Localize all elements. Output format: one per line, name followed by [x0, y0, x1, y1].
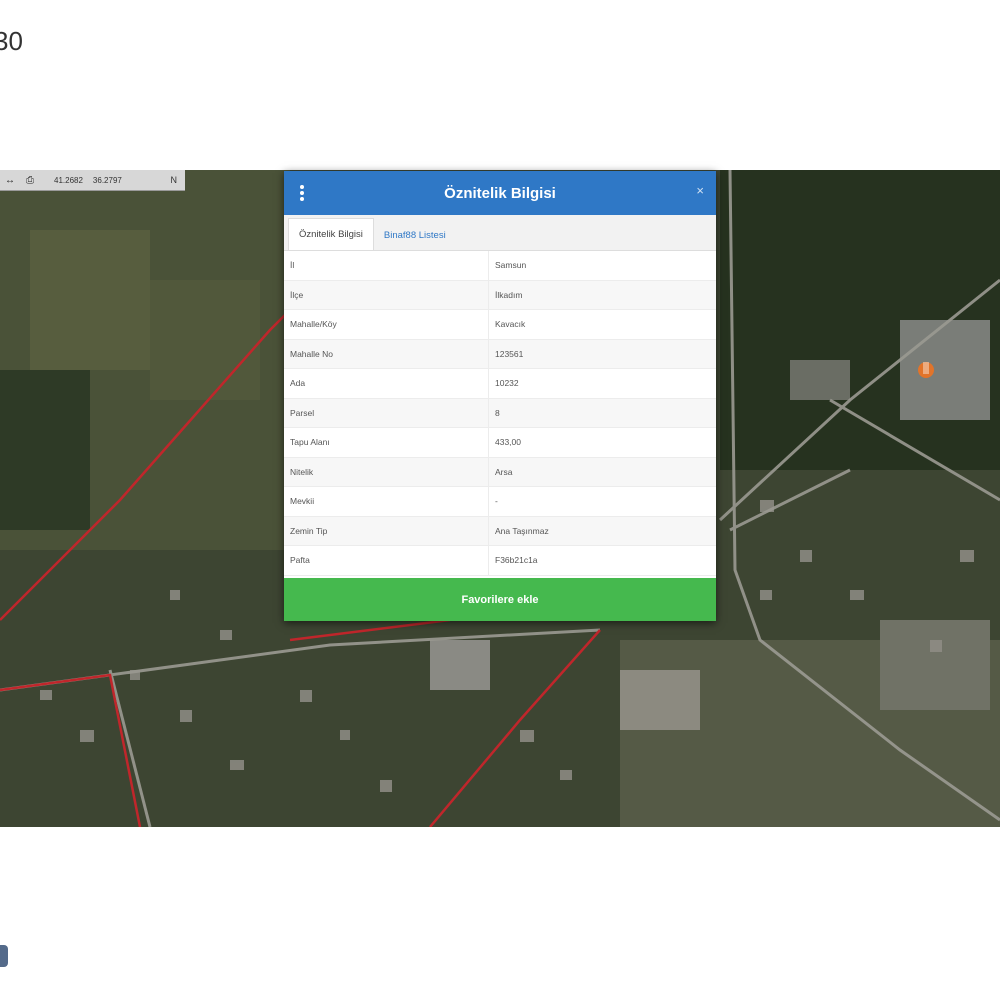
attribute-key: Mahalle/Köy — [284, 309, 489, 340]
arrow-left-icon[interactable]: ↔ — [0, 170, 20, 190]
attribute-value: 8 — [488, 398, 716, 428]
attribute-value: 433,00 — [488, 427, 716, 458]
map-marker-icon[interactable] — [918, 362, 934, 378]
map-toolbar: ↔ ⎙ 41.2682 36.2797 N — [0, 170, 185, 191]
corner-number: 30 — [0, 26, 23, 56]
attribute-value: Ana Taşınmaz — [488, 516, 716, 546]
attribute-value: - — [488, 486, 716, 517]
tab-bina-listesi[interactable]: Binaf88 Listesi — [374, 220, 456, 250]
attribute-key: Ada — [284, 368, 489, 399]
attribute-dialog: Öznitelik Bilgisi × Öznitelik Bilgisi Bi… — [284, 171, 716, 621]
table-row: Mahalle No 123561 — [284, 339, 716, 369]
attribute-key: Pafta — [284, 545, 489, 576]
dialog-title: Öznitelik Bilgisi — [444, 184, 556, 202]
attribute-key: İl — [284, 251, 489, 281]
table-row: Pafta F36b21c1a — [284, 545, 716, 576]
attribute-key: Mahalle No — [284, 339, 489, 369]
table-row: İlçe İlkadım — [284, 280, 716, 310]
tab-oznitelik-bilgisi[interactable]: Öznitelik Bilgisi — [288, 218, 374, 250]
corner-mark — [0, 945, 8, 967]
attribute-key: Nitelik — [284, 457, 489, 487]
table-row: Mevkii - — [284, 486, 716, 517]
table-row: Ada 10232 — [284, 368, 716, 399]
longitude-readout: 36.2797 — [92, 175, 122, 185]
attribute-key: İlçe — [284, 280, 489, 310]
latitude-readout: 41.2682 — [54, 175, 83, 185]
table-row: Tapu Alanı 433,00 — [284, 427, 716, 458]
attribute-key: Mevkii — [284, 486, 489, 517]
attribute-value: 10232 — [488, 368, 716, 399]
attribute-value: F36b21c1a — [488, 545, 716, 576]
attribute-value: 123561 — [488, 339, 716, 369]
attribute-key: Zemin Tip — [284, 516, 489, 546]
table-row: Parsel 8 — [284, 398, 716, 428]
attribute-key: Parsel — [284, 398, 489, 428]
north-toggle[interactable]: N — [171, 175, 178, 185]
attribute-table: İl Samsun İlçe İlkadım Mahalle/Köy Kavacık Mah… — [284, 251, 716, 576]
attribute-value: Kavacık — [488, 309, 716, 340]
attribute-value: İlkadım — [488, 280, 716, 310]
table-row: Mahalle/Köy Kavacık — [284, 309, 716, 340]
kebab-menu-icon[interactable] — [300, 185, 306, 202]
table-row: Zemin Tip Ana Taşınmaz — [284, 516, 716, 546]
attribute-key: Tapu Alanı — [284, 427, 489, 458]
attribute-value: Samsun — [488, 251, 716, 281]
table-row: İl Samsun — [284, 251, 716, 281]
dialog-tabs: Öznitelik Bilgisi Binaf88 Listesi — [284, 215, 716, 251]
attribute-value: Arsa — [488, 457, 716, 487]
table-row: Nitelik Arsa — [284, 457, 716, 487]
printer-icon[interactable]: ⎙ — [20, 170, 40, 190]
dialog-header: Öznitelik Bilgisi × — [284, 171, 716, 215]
add-to-favorites-button[interactable]: Favorilere ekle — [284, 578, 716, 621]
close-icon[interactable]: × — [696, 183, 704, 198]
